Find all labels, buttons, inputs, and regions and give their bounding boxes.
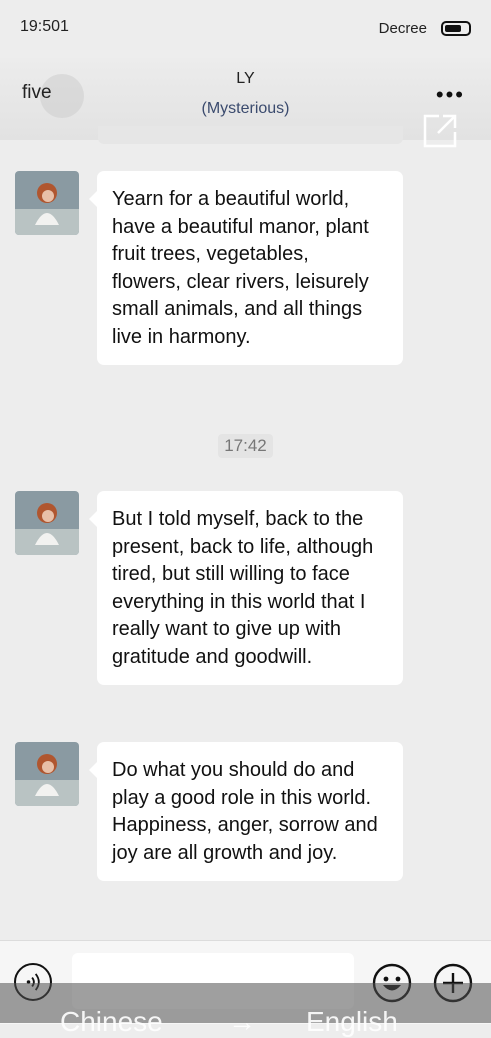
battery-icon [441,21,471,36]
chat-title: LY [236,70,255,87]
timestamp-label: 17:42 [218,434,273,458]
share-icon[interactable] [421,112,459,150]
more-options-button[interactable]: ••• [436,82,465,108]
chat-subtitle: (Mysterious) [201,100,290,117]
avatar[interactable] [15,491,79,555]
message-bubble: Yearn for a beautiful world, have a beau… [89,171,403,365]
status-carrier: Decree [378,20,427,37]
avatar[interactable] [15,742,79,806]
message-bubble: Do what you should do and play a good ro… [89,742,403,881]
translate-arrow-icon: → [228,1006,256,1037]
translate-target-language[interactable]: English [306,1006,398,1038]
message-bubble: But I told myself, back to the present, … [89,491,403,685]
translation-bar: Chinese → English [0,983,491,1037]
avatar[interactable] [15,171,79,235]
status-time: 19:501 [20,18,69,35]
translate-source-language[interactable]: Chinese [60,1006,163,1038]
previous-message-edge [98,126,403,144]
timestamp: 17:42 [0,434,491,458]
status-bar: 19:501 Decree [0,0,491,58]
